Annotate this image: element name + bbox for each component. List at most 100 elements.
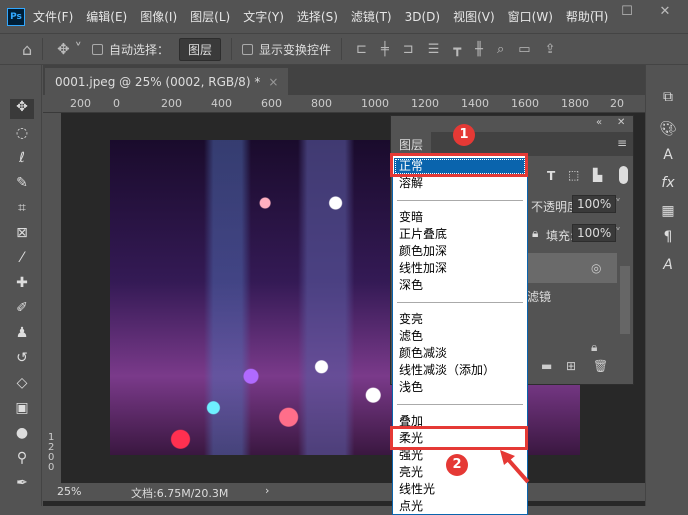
brush-tool-icon[interactable]: ✐ (10, 300, 34, 320)
quick-select-icon[interactable]: ✎ (10, 175, 34, 195)
blend-option-lighten[interactable]: 变亮 (394, 311, 526, 328)
blend-option-linear-dodge[interactable]: 线性减淡（添加） (394, 362, 526, 379)
new-group-icon[interactable]: ▬ (541, 359, 552, 373)
divider (397, 302, 523, 303)
lock-icon[interactable]: 🔒︎ (532, 226, 538, 241)
highlight-box-normal (390, 153, 528, 177)
menu-image[interactable]: 图像(I) (140, 8, 177, 25)
panel-menu-icon[interactable]: ≡ (617, 136, 627, 150)
frame-tool-icon[interactable]: ⊠ (10, 225, 34, 245)
menu-select[interactable]: 选择(S) (297, 8, 338, 25)
menu-window[interactable]: 窗口(W) (508, 8, 553, 25)
history-brush-icon[interactable]: ↺ (10, 350, 34, 370)
workspace-icon[interactable]: ▭ (518, 42, 530, 57)
share-icon[interactable]: ⇪ (545, 42, 556, 57)
document-size: 文档:6.75M/20.3M (131, 487, 229, 500)
blend-option-multiply[interactable]: 正片叠底 (394, 226, 526, 243)
ruler-tick: 200 (161, 97, 182, 110)
divider (42, 38, 44, 60)
blend-option-screen[interactable]: 滤色 (394, 328, 526, 345)
history-icon[interactable]: ⧉ (656, 89, 680, 105)
search-icon[interactable]: ⌕ (497, 42, 504, 57)
stamp-tool-icon[interactable]: ♟ (10, 325, 34, 345)
step-badge-1: 1 (453, 124, 475, 146)
fx-icon[interactable]: fx (656, 175, 680, 191)
new-layer-icon[interactable]: ⊞ (566, 359, 576, 373)
glyphs-icon[interactable]: A (656, 257, 680, 273)
type-filter-icon[interactable]: T (547, 169, 555, 183)
ruler-tick: 1200 (48, 432, 55, 473)
maximize-button[interactable]: ☐ (612, 4, 642, 22)
eraser-icon[interactable]: ◇ (10, 375, 34, 395)
align-middle-icon[interactable]: ╫ (475, 42, 483, 57)
menu-type[interactable]: 文字(Y) (243, 8, 284, 25)
layer-select[interactable]: 图层 (179, 37, 222, 61)
blend-option-linear-burn[interactable]: 线性加深 (394, 260, 526, 277)
layer-row-selected[interactable] (527, 253, 617, 283)
align-left-icon[interactable]: ⊏ (356, 42, 367, 57)
highlight-box-soft-light (390, 426, 528, 450)
lasso-tool-icon[interactable]: ℓ (10, 150, 34, 170)
minimize-button[interactable]: — (582, 4, 612, 22)
paragraph-icon[interactable]: ¶ (656, 229, 680, 245)
menu-filter[interactable]: 滤镜(T) (351, 8, 392, 25)
move-tool-icon[interactable]: ✥ ˅ (57, 40, 82, 58)
align-top-icon[interactable]: ┳ (453, 42, 461, 57)
distribute-icon[interactable]: ☰ (428, 42, 440, 57)
horizontal-ruler: 200 0 200 400 600 800 1000 1200 1400 160… (43, 95, 645, 113)
auto-select-checkbox[interactable]: 自动选择： (92, 41, 169, 58)
blend-option-darken[interactable]: 变暗 (394, 209, 526, 226)
opacity-chevron-icon[interactable]: ˅ (615, 197, 621, 211)
blend-option-color-burn[interactable]: 颜色加深 (394, 243, 526, 260)
menu-3d[interactable]: 3D(D) (405, 10, 440, 24)
dodge-tool-icon[interactable]: ⚲ (10, 450, 34, 470)
collapse-icon[interactable]: « (596, 117, 602, 128)
table-icon[interactable]: ▦ (656, 203, 680, 219)
filter-toggle[interactable] (619, 166, 628, 184)
ruler-tick: 1200 (411, 97, 439, 110)
blend-option-darker-color[interactable]: 深色 (394, 277, 526, 294)
layers-scrollbar[interactable] (620, 266, 630, 334)
delete-layer-icon[interactable]: 🗑︎ (593, 359, 608, 373)
menu-file[interactable]: 文件(F) (33, 8, 73, 25)
status-menu-arrow[interactable]: › (265, 484, 269, 497)
layer-name[interactable]: 滤镜 (527, 288, 551, 305)
marquee-tool-icon[interactable]: ◌ (10, 125, 34, 145)
blend-option-lighter-color[interactable]: 浅色 (394, 379, 526, 396)
healing-brush-icon[interactable]: ✚ (10, 275, 34, 295)
close-tab-icon[interactable]: × (268, 75, 278, 89)
menu-view[interactable]: 视图(V) (453, 8, 495, 25)
show-transform-label: 显示变换控件 (259, 42, 332, 57)
close-window-button[interactable]: ✕ (650, 4, 680, 22)
blend-option-pin-light[interactable]: 点光 (394, 498, 526, 515)
character-icon[interactable]: A (656, 147, 680, 163)
ruler-tick: 400 (211, 97, 232, 110)
blend-option-color-dodge[interactable]: 颜色减淡 (394, 345, 526, 362)
zoom-level[interactable]: 25% (57, 485, 81, 498)
show-transform-checkbox[interactable]: 显示变换控件 (242, 41, 331, 58)
align-center-icon[interactable]: ╪ (381, 42, 389, 57)
menu-edit[interactable]: 编辑(E) (86, 8, 127, 25)
fill-label: 填充: (546, 229, 575, 243)
fill-chevron-icon[interactable]: ˅ (615, 226, 621, 240)
crop-tool-icon[interactable]: ⌗ (10, 200, 34, 220)
smart-object-filter-icon[interactable]: ▙ (593, 168, 602, 182)
move-tool-icon[interactable]: ✥ (10, 99, 34, 119)
blur-tool-icon[interactable]: ● (10, 425, 34, 445)
fill-input[interactable]: 100% (572, 224, 617, 242)
opacity-input[interactable]: 100% (572, 195, 617, 213)
close-panel-icon[interactable]: ✕ (617, 117, 625, 128)
right-panel-dock: ⧉ 🎨︎ A fx ▦ ¶ A (645, 65, 688, 506)
eyedropper-icon[interactable]: ⁄ (10, 250, 34, 270)
color-palette-icon[interactable]: 🎨︎ (656, 121, 680, 137)
align-right-icon[interactable]: ⊐ (403, 42, 414, 57)
shape-filter-icon[interactable]: ⬚ (568, 168, 579, 182)
blend-option-dissolve[interactable]: 溶解 (394, 175, 526, 192)
menu-layer[interactable]: 图层(L) (190, 8, 230, 25)
ruler-tick: 1400 (461, 97, 489, 110)
gradient-tool-icon[interactable]: ▣ (10, 400, 34, 420)
layer-select-value[interactable]: 图层 (179, 37, 222, 61)
home-icon[interactable]: ⌂ (22, 40, 32, 59)
document-tab[interactable]: 0001.jpeg @ 25% (0002, RGB/8) * × (45, 68, 289, 95)
pen-tool-icon[interactable]: ✒ (10, 475, 34, 495)
